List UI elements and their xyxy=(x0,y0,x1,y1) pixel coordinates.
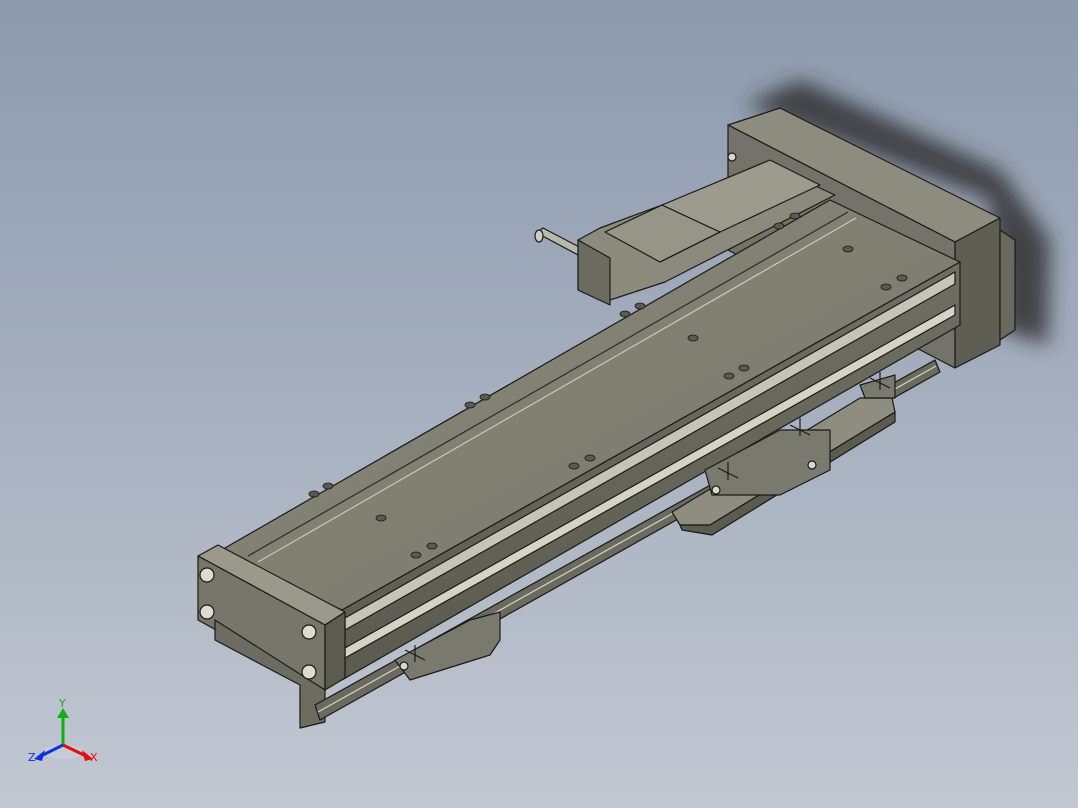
z-axis-label: Z xyxy=(28,751,36,764)
cad-viewport[interactable]: Y X Z xyxy=(0,0,1078,808)
y-axis-label: Y xyxy=(58,697,66,710)
x-axis-label: X xyxy=(90,751,98,764)
z-axis-arrowhead xyxy=(34,750,45,761)
linear-actuator-model[interactable] xyxy=(197,107,1016,729)
axis-triad: Y X Z xyxy=(28,697,98,764)
